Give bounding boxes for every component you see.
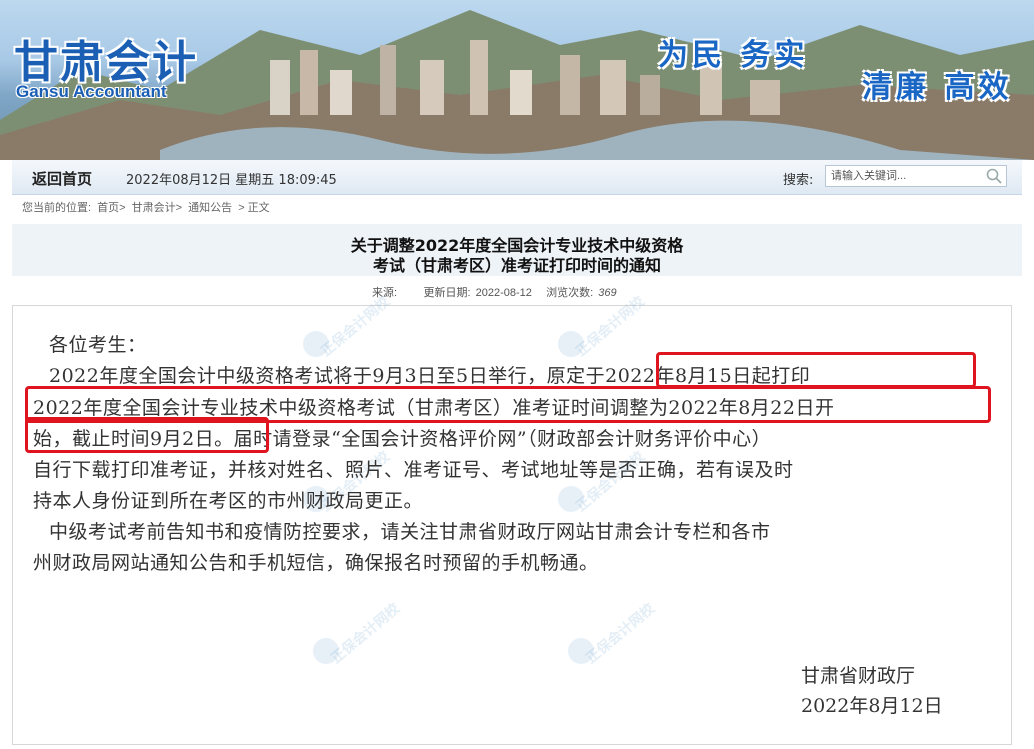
search-box [825,165,1007,187]
slogan-2: 清廉 高效 [862,70,1013,105]
breadcrumb-home[interactable]: 首页> [97,202,125,214]
body-line-6: 持本人身份证到所在考区的市州财政局更正。 [33,490,424,512]
breadcrumb-prefix: 您当前的位置: [22,202,92,214]
views-label: 浏览次数: [546,287,594,299]
views-count: 369 [598,287,617,299]
watermark: 正保会计网校 [583,600,658,667]
site-logo-english: Gansu Accountant [16,82,167,101]
breadcrumb-notices[interactable]: 通知公告 [188,202,232,214]
highlight-box [25,417,269,453]
current-datetime: 2022年08月12日 星期五 18:09:45 [126,173,337,188]
search-icon[interactable] [985,167,1003,185]
article-title-box: 关于调整2022年度全国会计专业技术中级资格 考试（甘肃考区）准考证打印时间的通… [12,224,1022,276]
watermark-logo-icon [568,638,594,664]
signature-date: 2022年8月12日 [801,695,943,717]
search-label: 搜索: [783,173,814,188]
search-input[interactable] [831,166,981,186]
highlight-box [656,352,976,388]
top-nav-bar: 返回首页 2022年08月12日 星期五 18:09:45 搜索: [12,160,1022,195]
header-banner: 甘肃会计 Gansu Accountant 为民 务实 清廉 高效 [0,0,1034,160]
article-title-line-2: 考试（甘肃考区）准考证打印时间的通知 [372,256,661,275]
source-label: 来源: [372,287,398,299]
watermark: 正保会计网校 [328,600,403,667]
watermark-logo-icon [313,638,339,664]
breadcrumb: 您当前的位置: 首页> 甘肃会计> 通知公告 > 正文 [22,199,273,215]
updated-value: 2022-08-12 [475,287,532,299]
signature-org: 甘肃省财政厅 [801,665,916,687]
body-line-8: 州财政局网站通知公告和手机短信，确保报名时预留的手机畅通。 [33,552,599,574]
article-meta: 来源: 更新日期: 2022-08-12 浏览次数: 369 [372,284,619,300]
slogan-1: 为民 务实 [658,38,809,73]
breadcrumb-current: > 正文 [238,202,270,214]
body-line-7: 中级考试考前告知书和疫情防控要求，请关注甘肃省财政厅网站甘肃会计专栏和各市 [49,521,771,543]
updated-label: 更新日期: [423,287,471,299]
article-content: 正保会计网校 正保会计网校 正保会计网校 正保会计网校 正保会计网校 正保会计网… [12,294,1012,745]
site-logo: 甘肃会计 [14,37,198,88]
home-link[interactable]: 返回首页 [32,168,92,189]
body-line-5: 自行下载打印准考证，并核对姓名、照片、准考证号、考试地址等是否正确，若有误及时 [33,459,794,481]
breadcrumb-gansu-accounting[interactable]: 甘肃会计> [132,202,182,214]
